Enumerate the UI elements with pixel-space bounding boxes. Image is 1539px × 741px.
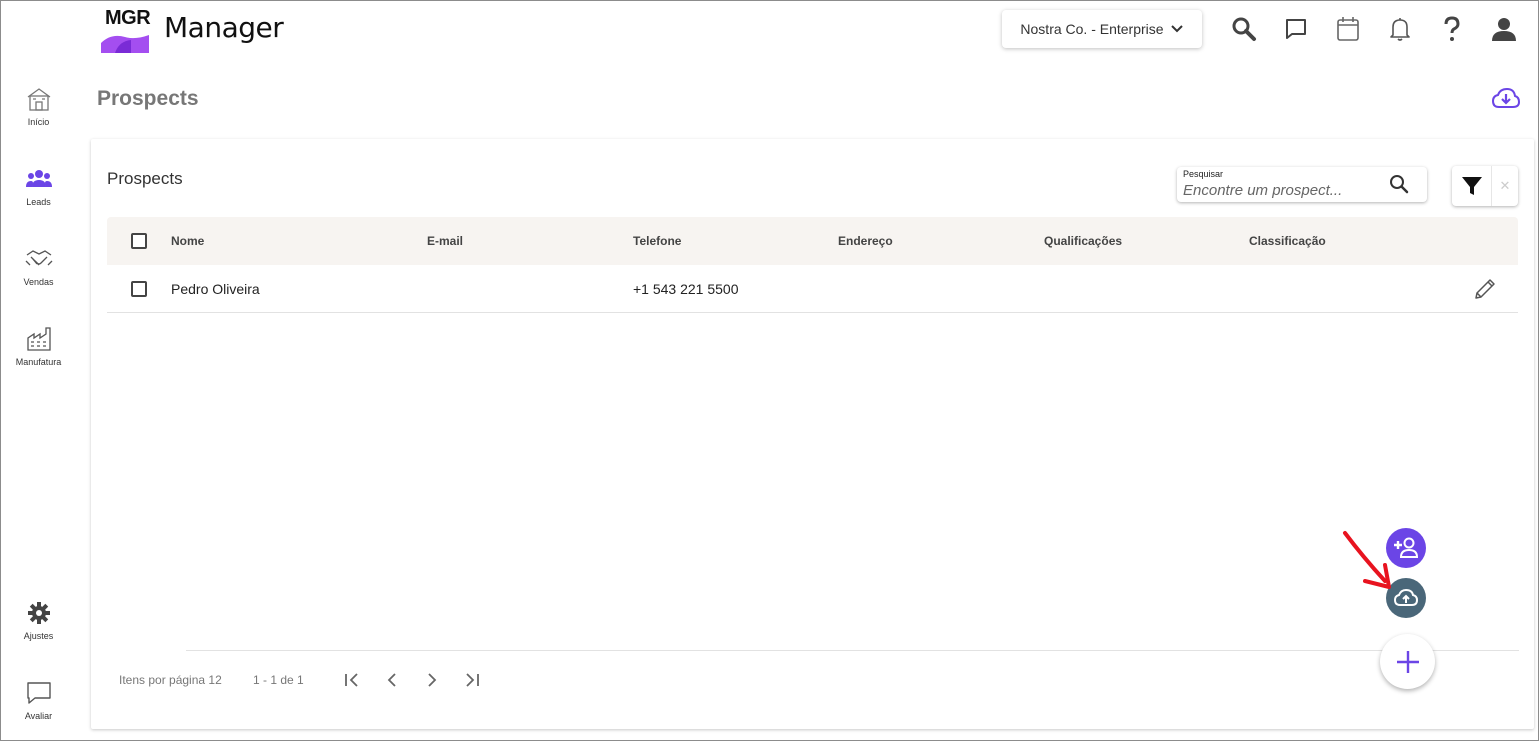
sidebar-item-ajustes[interactable]: Ajustes: [1, 599, 76, 641]
search-icon[interactable]: [1230, 15, 1258, 43]
sidebar-item-leads[interactable]: Leads: [1, 165, 76, 207]
app-window: MGR Manager Nostra Co. - Enterprise Iníc…: [0, 0, 1539, 741]
bell-icon[interactable]: [1386, 15, 1414, 43]
sidebar-item-label: Manufatura: [15, 357, 62, 367]
next-page-button[interactable]: [421, 669, 443, 691]
table-row[interactable]: Pedro Oliveira +1 543 221 5500: [107, 265, 1518, 313]
previous-page-button[interactable]: [381, 669, 403, 691]
chevron-down-icon: [1170, 25, 1183, 33]
factory-icon: [26, 327, 51, 351]
chevron-left-icon: [387, 673, 396, 687]
column-header-qualificacoes[interactable]: Qualificações: [1044, 234, 1122, 248]
column-header-nome[interactable]: Nome: [171, 234, 204, 248]
column-header-classificacao[interactable]: Classificação: [1249, 234, 1326, 248]
logo-text: MGR: [105, 7, 151, 29]
card-title: Prospects: [107, 169, 183, 188]
filter-clear-button[interactable]: ✕: [1492, 166, 1518, 206]
sidebar-item-inicio[interactable]: Início: [1, 85, 76, 127]
edit-pencil-icon[interactable]: [1473, 277, 1497, 306]
sidebar-item-avaliar[interactable]: Avaliar: [1, 679, 76, 721]
first-page-icon: [345, 673, 358, 687]
search-icon[interactable]: [1389, 174, 1409, 199]
items-per-page[interactable]: Itens por página 12: [119, 673, 222, 687]
home-icon: [27, 88, 50, 111]
chat-icon[interactable]: [1282, 15, 1310, 43]
people-icon: [25, 170, 52, 187]
fab-menu-toggle[interactable]: [1380, 634, 1435, 689]
app-name: Manager: [164, 11, 284, 44]
sidebar-item-vendas[interactable]: Vendas: [1, 245, 76, 287]
gear-icon: [27, 602, 50, 624]
select-all-checkbox[interactable]: [131, 233, 147, 249]
user-icon[interactable]: [1490, 15, 1518, 43]
column-header-email[interactable]: E-mail: [427, 234, 463, 248]
prospects-card: Prospects Pesquisar ✕ Nome E-mail Telefo…: [91, 139, 1534, 729]
company-selector-label: Nostra Co. - Enterprise: [1020, 21, 1164, 37]
cloud-download-icon[interactable]: [1491, 87, 1521, 116]
cell-telefone: +1 543 221 5500: [633, 281, 739, 297]
handshake-icon: [25, 250, 52, 266]
filter-control: ✕: [1452, 166, 1518, 206]
sidebar-item-manufatura[interactable]: Manufatura: [1, 325, 76, 367]
sidebar-item-label: Vendas: [23, 277, 54, 287]
column-header-endereco[interactable]: Endereço: [838, 234, 893, 248]
search-label: Pesquisar: [1183, 169, 1224, 179]
filter-button[interactable]: [1452, 166, 1492, 206]
chevron-right-icon: [428, 673, 437, 687]
sidebar-item-label: Início: [27, 117, 50, 127]
table-header: Nome E-mail Telefone Endereço Qualificaç…: [107, 217, 1518, 265]
logo-shape: [101, 35, 149, 53]
calendar-icon[interactable]: [1334, 15, 1362, 43]
annotation-arrow-icon: [1343, 531, 1391, 589]
company-selector[interactable]: Nostra Co. - Enterprise: [1002, 10, 1202, 48]
page-title: Prospects: [97, 87, 199, 110]
pager-divider: [186, 650, 1519, 651]
feedback-icon: [26, 682, 51, 704]
row-checkbox[interactable]: [131, 281, 147, 297]
pager-range: 1 - 1 de 1: [253, 673, 304, 687]
last-page-icon: [466, 673, 479, 687]
search-box: Pesquisar: [1177, 167, 1427, 202]
sidebar-item-label: Avaliar: [24, 711, 53, 721]
sidebar-item-label: Leads: [26, 197, 51, 207]
last-page-button[interactable]: [461, 669, 483, 691]
sidebar-item-label: Ajustes: [23, 631, 54, 641]
app-logo[interactable]: MGR: [101, 7, 151, 53]
help-icon[interactable]: [1438, 15, 1466, 43]
plus-icon: [1396, 650, 1419, 673]
column-header-telefone[interactable]: Telefone: [633, 234, 681, 248]
filter-icon: [1461, 177, 1482, 195]
first-page-button[interactable]: [341, 669, 363, 691]
cell-nome: Pedro Oliveira: [171, 281, 260, 297]
search-input[interactable]: [1183, 181, 1383, 199]
